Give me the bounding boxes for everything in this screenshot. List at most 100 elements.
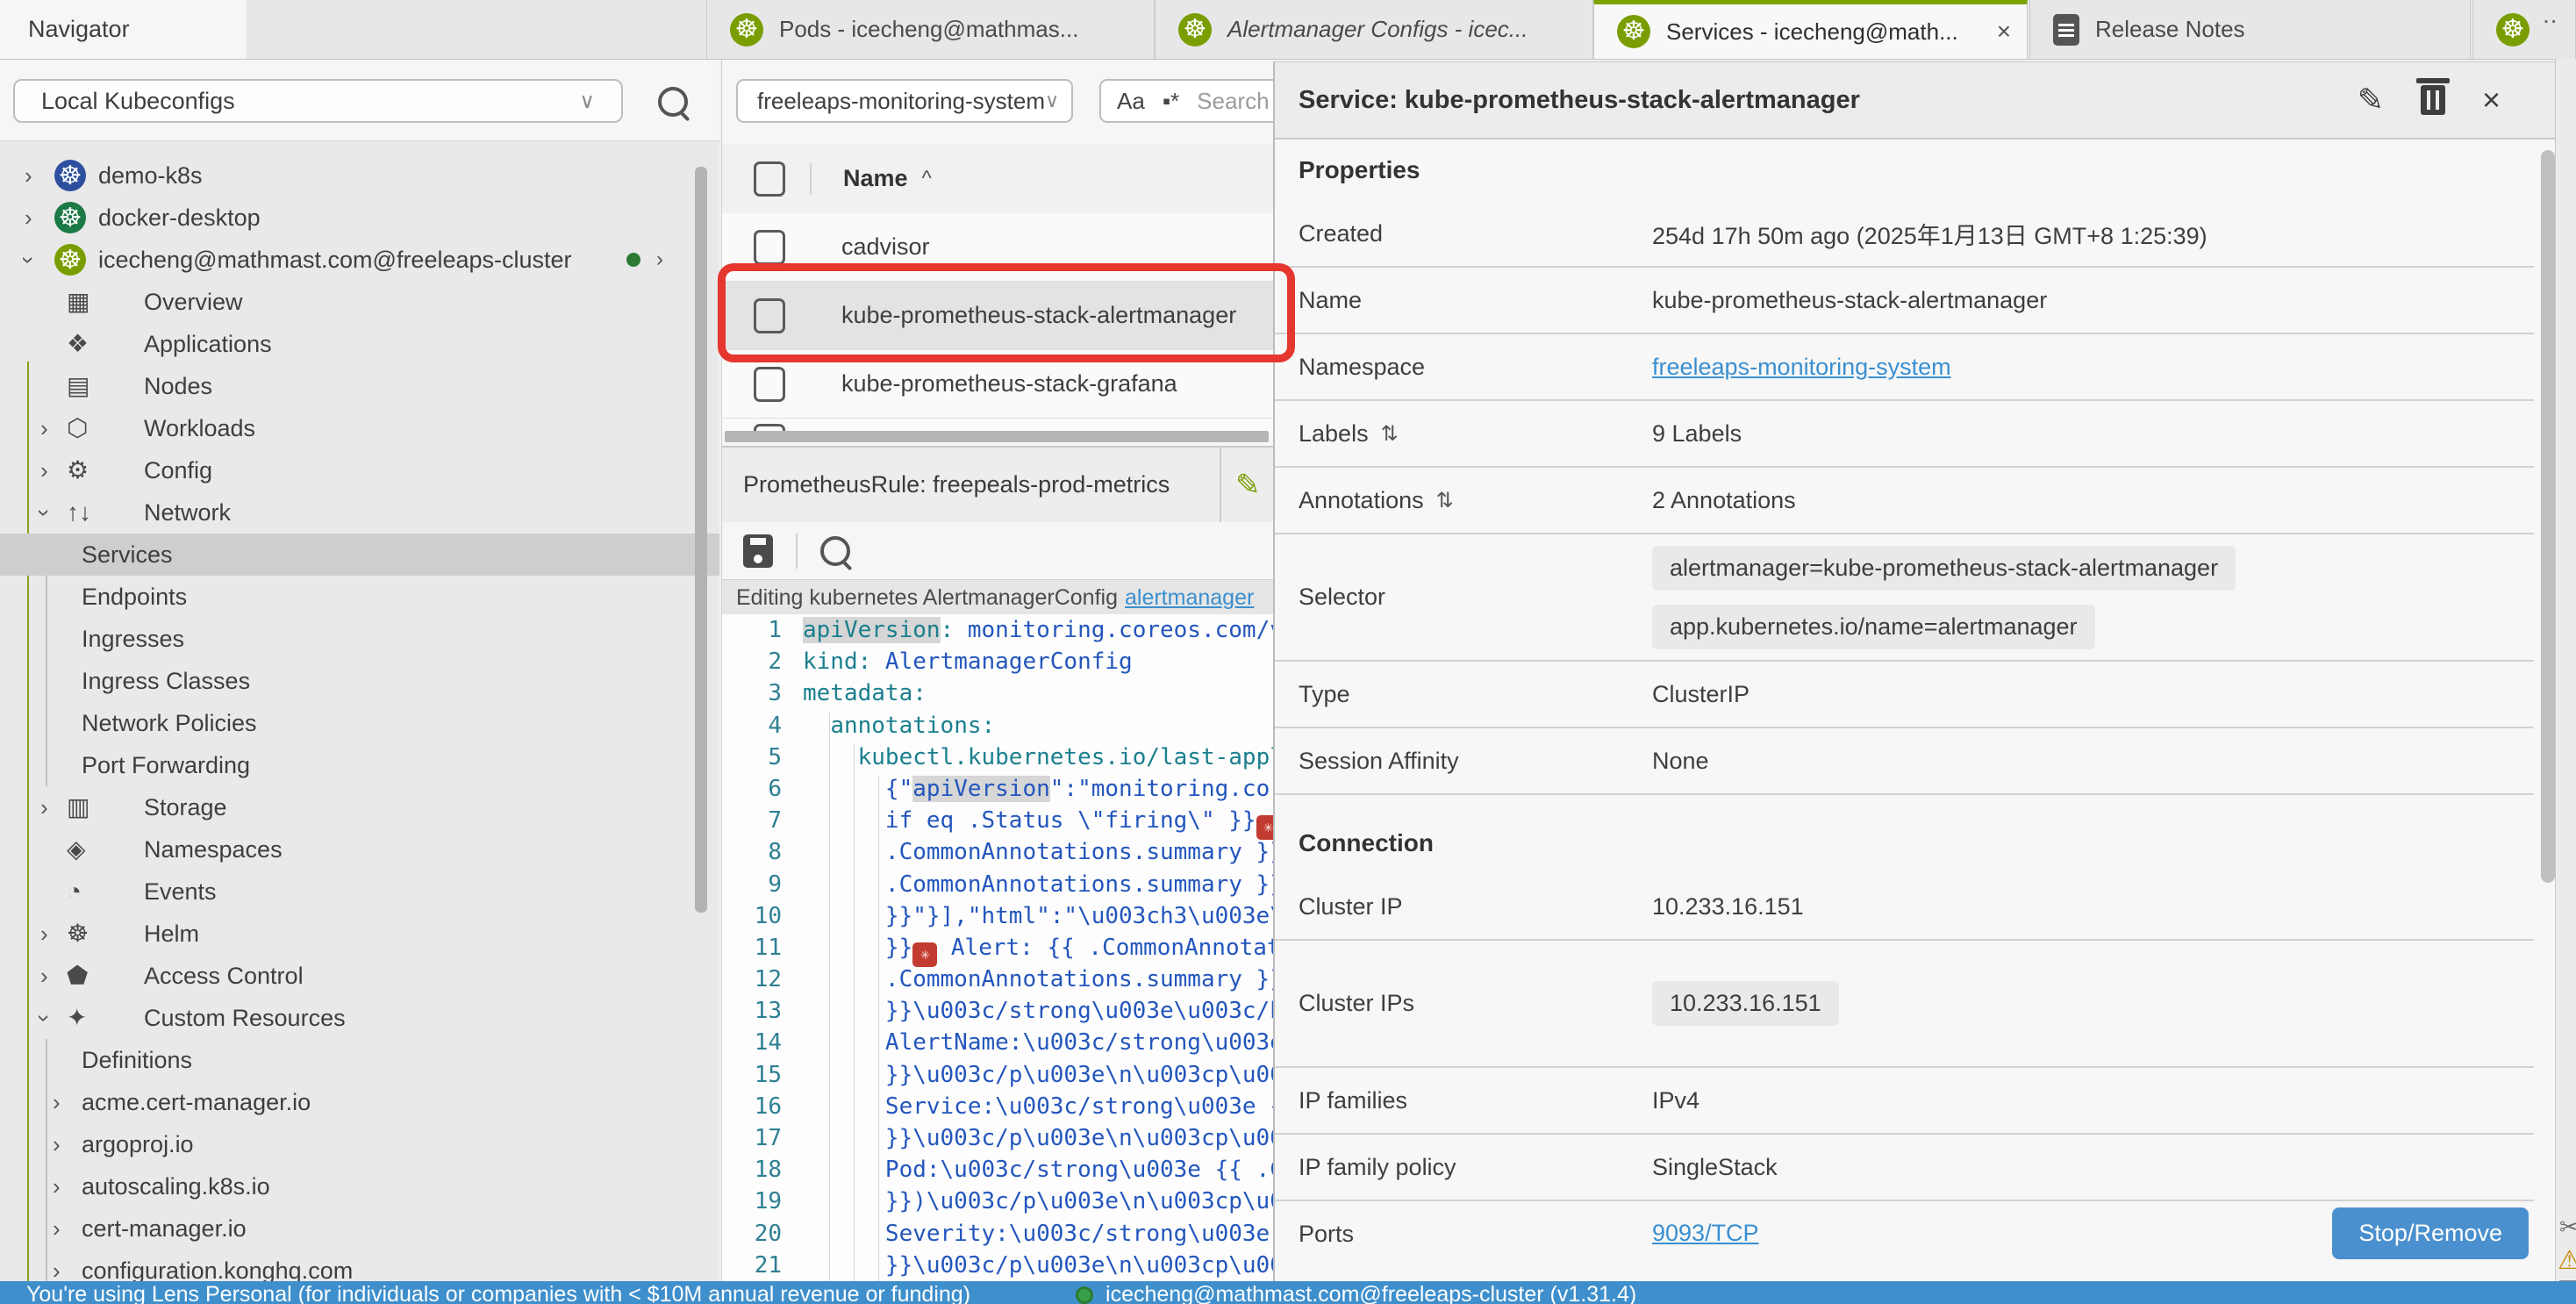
sidebar-item-custom-resources[interactable]: ›✦Custom Resources [0, 997, 719, 1039]
chevron-right-icon[interactable]: › [53, 1173, 61, 1200]
chevron-right-icon[interactable]: › [25, 162, 32, 190]
delete-service-icon[interactable] [2421, 85, 2445, 115]
sidebar-item-label: Ingress Classes [82, 668, 250, 695]
chevron-right-icon[interactable]: › [53, 1215, 61, 1243]
select-all-checkbox[interactable] [754, 161, 785, 197]
tab-release[interactable]: Release Notes [2029, 0, 2471, 59]
chevron-right-icon[interactable]: › [53, 1089, 61, 1116]
sidebar-item-icecheng-mathmast-com-freeleaps-cluster[interactable]: ›icecheng@mathmast.com@freeleaps-cluster… [0, 239, 719, 281]
chevron-right-icon[interactable]: › [40, 921, 48, 948]
tab-clipped[interactable] [2472, 0, 2576, 59]
sidebar-item-helm[interactable]: ›☸Helm [0, 913, 719, 955]
cluster-status[interactable]: icecheng@mathmast.com@freeleaps-cluster … [1076, 1281, 1636, 1304]
code-line: 21 }}\u003c/p\u003e\n\u003cp\u003 [722, 1250, 1274, 1281]
match-case-icon[interactable]: Aa [1117, 88, 1145, 115]
editing-banner-link[interactable]: alertmanager [1125, 585, 1254, 611]
row-checkbox[interactable] [754, 298, 785, 333]
chevron-right-icon[interactable]: › [53, 1257, 61, 1282]
close-icon[interactable]: × [2482, 82, 2501, 118]
close-icon[interactable]: × [1997, 18, 2011, 46]
edit-service-icon[interactable]: ✎ [2358, 82, 2384, 118]
editor-search-icon[interactable] [820, 536, 850, 566]
row-checkbox[interactable] [754, 230, 785, 265]
sidebar-item-nodes[interactable]: ▤Nodes [0, 365, 719, 407]
warning-icon[interactable]: ⚠ [2558, 1245, 2576, 1276]
sidebar-item-storage[interactable]: ›▥Storage [0, 786, 719, 828]
chevron-right-icon[interactable]: › [656, 247, 663, 272]
line-number: 14 [722, 1027, 803, 1058]
prometheusrule-bar[interactable]: PrometheusRule: freepeals-prod-metrics ✎ [722, 448, 1274, 523]
tab-alertmanager[interactable]: Alertmanager Configs - icec... [1155, 0, 1593, 59]
chevron-down-icon[interactable]: › [31, 1014, 58, 1022]
chevron-down-icon[interactable]: › [31, 509, 58, 517]
namespace-link[interactable]: freeleaps-monitoring-system [1652, 354, 2534, 381]
line-number: 15 [722, 1059, 803, 1091]
sort-asc-icon[interactable]: ^ [922, 167, 932, 191]
sidebar-item-config[interactable]: ›⚙Config [0, 449, 719, 491]
edit-pencil-icon[interactable]: ✎ [1235, 468, 1261, 503]
port-link[interactable]: 9093/TCP [1652, 1220, 1759, 1247]
line-text: .CommonAnnotations.summary }} [803, 869, 1274, 900]
sidebar-item-network[interactable]: ›↑↓Network [0, 491, 719, 534]
kubeconfig-select[interactable]: Local Kubeconfigs ∨ [13, 79, 623, 123]
sidebar-item-cert-manager-io[interactable]: ›cert-manager.io [0, 1207, 719, 1250]
sidebar-item-services[interactable]: Services [0, 534, 719, 576]
search-icon[interactable] [658, 87, 688, 117]
cut-icon[interactable]: ✂ [2559, 1214, 2576, 1241]
sidebar-item-argoproj-io[interactable]: ›argoproj.io [0, 1123, 719, 1165]
sidebar-item-applications[interactable]: ❖Applications [0, 323, 719, 365]
sidebar-item-docker-desktop[interactable]: ›docker-desktop [0, 197, 719, 239]
chevron-right-icon[interactable]: › [40, 457, 48, 484]
detail-value: 9 Labels [1652, 420, 2534, 448]
sidebar-scrollbar[interactable] [695, 167, 707, 913]
navigator-label: Navigator [28, 16, 130, 43]
sidebar-header: Local Kubeconfigs ∨ [0, 59, 719, 141]
regex-icon[interactable]: ▪* [1163, 88, 1179, 115]
kubernetes-icon [730, 13, 763, 47]
row-checkbox[interactable] [754, 367, 785, 402]
save-icon[interactable] [743, 534, 773, 568]
sidebar-item-endpoints[interactable]: Endpoints [0, 576, 719, 618]
sidebar-item-access-control[interactable]: ›⬟Access Control [0, 955, 719, 997]
navigator-panel-title: Navigator [0, 0, 247, 59]
sidebar-item-network-policies[interactable]: Network Policies [0, 702, 719, 744]
tab-pods[interactable]: Pods - icecheng@mathmas... [706, 0, 1155, 59]
chevron-down-icon[interactable]: › [15, 256, 42, 264]
sidebar-item-ingress-classes[interactable]: Ingress Classes [0, 660, 719, 702]
sidebar-item-port-forwarding[interactable]: Port Forwarding [0, 744, 719, 786]
sidebar-item-label: Access Control [144, 963, 304, 990]
chevron-right-icon[interactable]: › [25, 204, 32, 232]
sidebar-item-ingresses[interactable]: Ingresses [0, 618, 719, 660]
tab-overflow-dots[interactable]: ‥ [2543, 2, 2560, 29]
sidebar-item-workloads[interactable]: ›⬡Workloads [0, 407, 719, 449]
horizontal-scrollbar[interactable] [725, 431, 1269, 442]
sidebar-item-acme-cert-manager-io[interactable]: ›acme.cert-manager.io [0, 1081, 719, 1123]
sidebar-item-demo-k8s[interactable]: ›demo-k8s [0, 154, 719, 197]
sidebar-item-definitions[interactable]: Definitions [0, 1039, 719, 1081]
stop-remove-button[interactable]: Stop/Remove [2332, 1207, 2529, 1259]
sidebar-item-overview[interactable]: ▦Overview [0, 281, 719, 323]
detail-row-ip-family-policy: IP family policySingleStack [1275, 1135, 2534, 1201]
sort-arrows-icon[interactable]: ⇅ [1381, 421, 1399, 447]
yaml-editor[interactable]: 1apiVersion: monitoring.coreos.com/v12ki… [722, 614, 1274, 1281]
sidebar-item-events[interactable]: ◔Events [0, 871, 719, 913]
chevron-right-icon[interactable]: › [40, 794, 48, 821]
sidebar-item-configuration-konghq-com[interactable]: ›configuration.konghq.com [0, 1250, 719, 1281]
line-text: if eq .Status \"firing\" }}🚨 [803, 805, 1274, 836]
sidebar-item-autoscaling-k8s-io[interactable]: ›autoscaling.k8s.io [0, 1165, 719, 1207]
chevron-right-icon[interactable]: › [53, 1131, 61, 1158]
namespace-select[interactable]: freeleaps-monitoring-system ∨ [736, 79, 1073, 123]
sort-arrows-icon[interactable]: ⇅ [1436, 488, 1454, 513]
sidebar-item-namespaces[interactable]: ◈Namespaces [0, 828, 719, 871]
table-row-kube-prometheus-stack-alertmanager[interactable]: kube-prometheus-stack-alertmanager [722, 282, 1274, 350]
table-row-cadvisor[interactable]: cadvisor [722, 213, 1274, 282]
list-search-input[interactable]: Aa ▪* Search [1099, 79, 1284, 123]
panel-scrollbar[interactable] [2541, 150, 2555, 883]
code-line: 1apiVersion: monitoring.coreos.com/v1 [722, 614, 1274, 646]
tab-services[interactable]: Services - icecheng@math...× [1593, 0, 2028, 59]
chevron-right-icon[interactable]: › [40, 963, 48, 990]
column-header-name[interactable]: Name [843, 165, 908, 192]
table-row-kube-prometheus-stack-grafana[interactable]: kube-prometheus-stack-grafana [722, 350, 1274, 419]
details-panel-header: Service: kube-prometheus-stack-alertmana… [1275, 62, 2576, 140]
chevron-right-icon[interactable]: › [40, 415, 48, 442]
